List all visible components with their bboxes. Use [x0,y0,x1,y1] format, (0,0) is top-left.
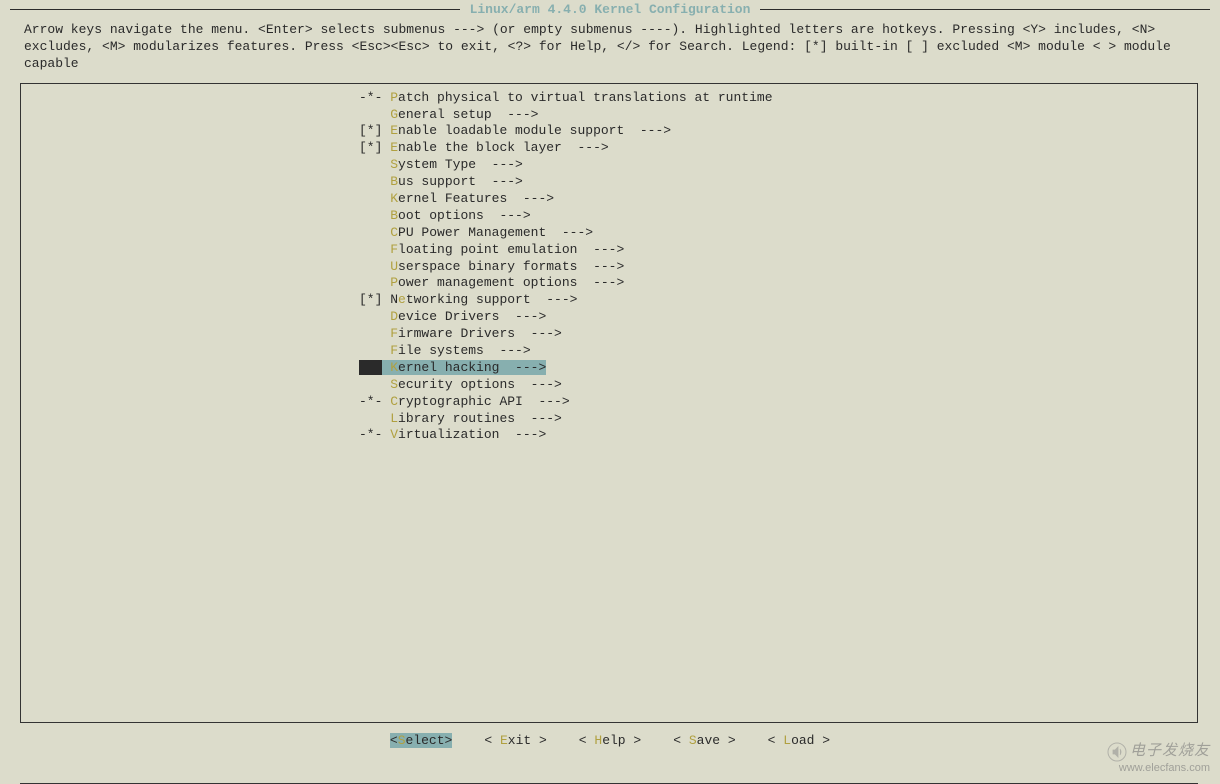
button-load[interactable]: < Load > [768,733,830,748]
menu-item-18[interactable]: -*- Cryptographic API ---> [339,394,1197,411]
menu-item-0[interactable]: -*- Patch physical to virtual translatio… [339,90,1197,107]
sound-icon [1107,742,1127,762]
button-exit[interactable]: < Exit > [484,733,546,748]
menu-item-1[interactable]: General setup ---> [339,107,1197,124]
menu-item-6[interactable]: Kernel Features ---> [339,191,1197,208]
button-help[interactable]: < Help > [579,733,641,748]
menu-item-8[interactable]: CPU Power Management ---> [339,225,1197,242]
menu-item-19[interactable]: Library routines ---> [339,411,1197,428]
menu-item-14[interactable]: Firmware Drivers ---> [339,326,1197,343]
button-select[interactable]: <Select> [390,733,452,748]
page-title: Linux/arm 4.4.0 Kernel Configuration [0,0,1220,18]
watermark: 电子发烧友 www.elecfans.com [1107,739,1210,774]
menu-item-4[interactable]: System Type ---> [339,157,1197,174]
menu-item-7[interactable]: Boot options ---> [339,208,1197,225]
button-save[interactable]: < Save > [673,733,735,748]
menu-item-10[interactable]: Userspace binary formats ---> [339,259,1197,276]
menu-item-2[interactable]: [*] Enable loadable module support ---> [339,123,1197,140]
menu-item-20[interactable]: -*- Virtualization ---> [339,427,1197,444]
menu-item-11[interactable]: Power management options ---> [339,275,1197,292]
menu-item-3[interactable]: [*] Enable the block layer ---> [339,140,1197,157]
menu-item-16[interactable]: Kernel hacking ---> [339,360,1197,377]
menu-item-5[interactable]: Bus support ---> [339,174,1197,191]
menu-item-9[interactable]: Floating point emulation ---> [339,242,1197,259]
help-text: Arrow keys navigate the menu. <Enter> se… [0,18,1220,77]
menu-item-13[interactable]: Device Drivers ---> [339,309,1197,326]
menu-item-17[interactable]: Security options ---> [339,377,1197,394]
menu-item-15[interactable]: File systems ---> [339,343,1197,360]
menu-container: -*- Patch physical to virtual translatio… [20,83,1198,723]
button-bar: <Select> < Exit > < Help > < Save > < Load > [0,729,1220,754]
menu-item-12[interactable]: [*] Networking support ---> [339,292,1197,309]
